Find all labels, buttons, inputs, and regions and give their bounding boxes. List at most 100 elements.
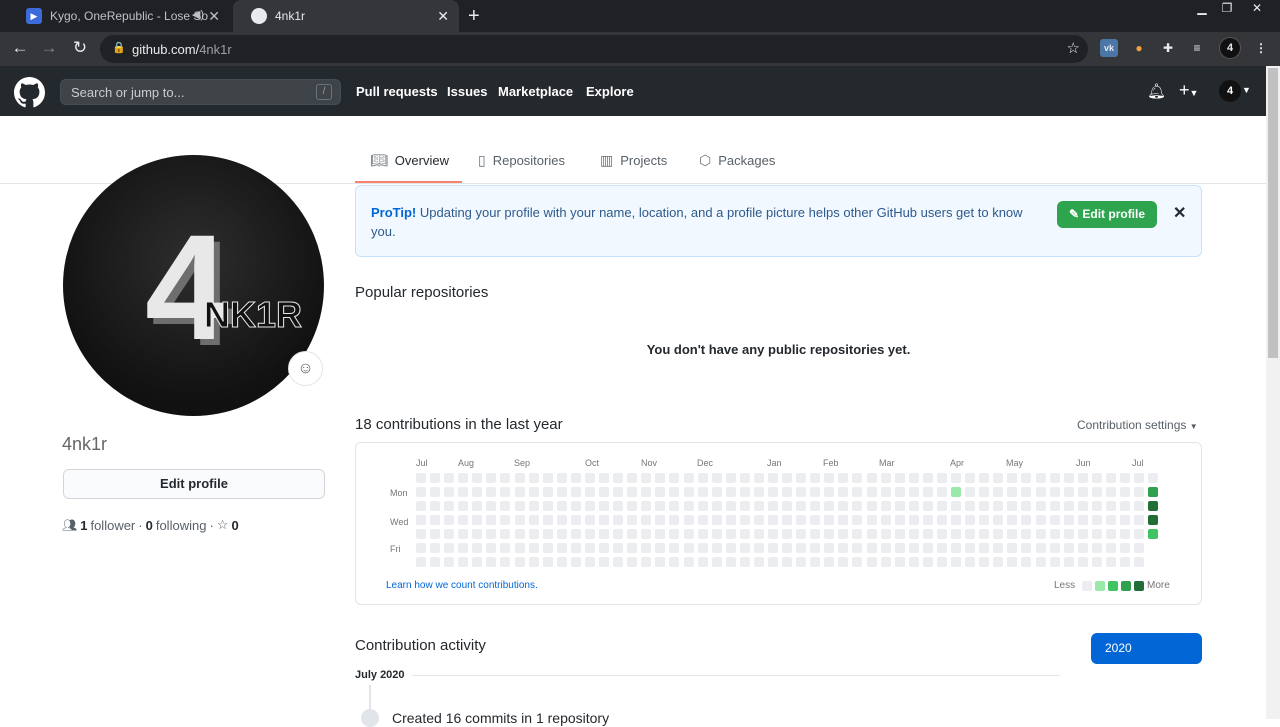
contribution-day-cell[interactable] bbox=[528, 529, 539, 539]
contribution-day-cell[interactable] bbox=[711, 529, 722, 539]
contribution-day-cell[interactable] bbox=[852, 473, 863, 483]
contribution-day-cell[interactable] bbox=[669, 543, 680, 553]
contribution-day-cell[interactable] bbox=[556, 515, 567, 525]
contribution-day-cell[interactable] bbox=[1063, 529, 1074, 539]
contribution-day-cell[interactable] bbox=[542, 473, 553, 483]
star-icon[interactable]: ☆ bbox=[217, 517, 229, 533]
contribution-day-cell[interactable] bbox=[838, 487, 849, 497]
contribution-day-cell[interactable] bbox=[1077, 543, 1088, 553]
contribution-day-cell[interactable] bbox=[1063, 501, 1074, 511]
contribution-day-cell[interactable] bbox=[979, 501, 990, 511]
contribution-day-cell[interactable] bbox=[599, 543, 610, 553]
contribution-day-cell[interactable] bbox=[1077, 473, 1088, 483]
contribution-day-cell[interactable] bbox=[951, 473, 962, 483]
contribution-day-cell[interactable] bbox=[951, 543, 962, 553]
contribution-day-cell[interactable] bbox=[908, 473, 919, 483]
contribution-day-cell[interactable] bbox=[500, 473, 511, 483]
contribution-day-cell[interactable] bbox=[922, 487, 933, 497]
contribution-day-cell[interactable] bbox=[1134, 515, 1145, 525]
contribution-day-cell[interactable] bbox=[1035, 515, 1046, 525]
contribution-day-cell[interactable] bbox=[655, 473, 666, 483]
contribution-day-cell[interactable] bbox=[965, 473, 976, 483]
contribution-day-cell[interactable] bbox=[725, 515, 736, 525]
contribution-day-cell[interactable] bbox=[711, 557, 722, 567]
contribution-day-cell[interactable] bbox=[782, 473, 793, 483]
contribution-day-cell[interactable] bbox=[979, 529, 990, 539]
contribution-day-cell[interactable] bbox=[965, 501, 976, 511]
contribution-day-cell[interactable] bbox=[1134, 543, 1145, 553]
forward-icon[interactable]: → bbox=[38, 38, 60, 58]
contribution-day-cell[interactable] bbox=[627, 501, 638, 511]
contribution-day-cell[interactable] bbox=[1035, 543, 1046, 553]
contribution-day-cell[interactable] bbox=[782, 529, 793, 539]
contribution-day-cell[interactable] bbox=[430, 473, 441, 483]
contribution-day-cell[interactable] bbox=[753, 515, 764, 525]
edit-profile-button[interactable]: Edit profile bbox=[63, 469, 325, 499]
contribution-day-cell[interactable] bbox=[697, 529, 708, 539]
contribution-day-cell[interactable] bbox=[542, 487, 553, 497]
contribution-day-cell[interactable] bbox=[556, 487, 567, 497]
contribution-day-cell[interactable] bbox=[993, 529, 1004, 539]
contribution-day-cell[interactable] bbox=[894, 515, 905, 525]
contribution-day-cell[interactable] bbox=[852, 557, 863, 567]
contribution-day-cell[interactable] bbox=[768, 529, 778, 539]
contribution-day-cell[interactable] bbox=[542, 543, 553, 553]
contribution-day-cell[interactable] bbox=[880, 543, 891, 553]
contribution-day-cell[interactable] bbox=[500, 501, 511, 511]
contribution-day-cell[interactable] bbox=[922, 529, 933, 539]
contribution-day-cell[interactable] bbox=[1021, 487, 1032, 497]
contribution-day-cell[interactable] bbox=[641, 543, 652, 553]
contribution-day-cell[interactable] bbox=[697, 515, 708, 525]
contribution-day-cell[interactable] bbox=[627, 543, 638, 553]
contribution-day-cell[interactable] bbox=[1021, 557, 1032, 567]
contribution-day-cell[interactable] bbox=[599, 557, 610, 567]
contribution-day-cell[interactable] bbox=[1021, 515, 1032, 525]
contribution-day-cell[interactable] bbox=[599, 473, 610, 483]
contribution-day-cell[interactable] bbox=[1091, 557, 1102, 567]
contribution-day-cell[interactable] bbox=[838, 473, 849, 483]
contribution-day-cell[interactable] bbox=[725, 473, 736, 483]
contribution-day-cell[interactable] bbox=[936, 557, 947, 567]
contribution-day-cell[interactable] bbox=[866, 501, 877, 511]
contribution-day-cell[interactable] bbox=[1063, 557, 1074, 567]
contribution-day-cell[interactable] bbox=[739, 501, 750, 511]
media-queue-icon[interactable]: ≡ bbox=[1188, 39, 1206, 57]
contribution-day-cell[interactable] bbox=[627, 515, 638, 525]
contribution-day-cell[interactable] bbox=[528, 501, 539, 511]
contribution-day-cell[interactable] bbox=[1105, 529, 1116, 539]
contribution-day-cell[interactable] bbox=[1063, 473, 1074, 483]
contribution-day-cell[interactable] bbox=[1091, 487, 1102, 497]
contribution-day-cell[interactable] bbox=[1091, 515, 1102, 525]
contribution-day-cell[interactable] bbox=[1105, 487, 1116, 497]
contribution-day-cell[interactable] bbox=[472, 515, 483, 525]
contribution-day-cell[interactable] bbox=[852, 543, 863, 553]
contribution-day-cell[interactable] bbox=[1091, 529, 1102, 539]
bookmark-star-icon[interactable]: ☆ bbox=[1067, 39, 1080, 57]
contribution-day-cell[interactable] bbox=[993, 557, 1004, 567]
contribution-day-cell[interactable] bbox=[725, 501, 736, 511]
contribution-day-cell[interactable] bbox=[979, 515, 990, 525]
contribution-day-cell[interactable] bbox=[542, 501, 553, 511]
contribution-day-cell[interactable] bbox=[683, 543, 694, 553]
contribution-day-cell[interactable] bbox=[1077, 515, 1088, 525]
contribution-day-cell[interactable] bbox=[866, 543, 877, 553]
contribution-day-cell[interactable] bbox=[528, 487, 539, 497]
contribution-day-cell[interactable] bbox=[570, 487, 581, 497]
contribution-day-cell[interactable] bbox=[641, 557, 652, 567]
contribution-day-cell[interactable] bbox=[1021, 473, 1032, 483]
contribution-day-cell[interactable] bbox=[1091, 543, 1102, 553]
contribution-day-cell[interactable] bbox=[951, 529, 962, 539]
contribution-day-cell[interactable] bbox=[444, 501, 455, 511]
contribution-day-cell[interactable] bbox=[486, 557, 497, 567]
contribution-day-cell[interactable] bbox=[810, 515, 821, 525]
contribution-day-cell[interactable] bbox=[796, 501, 807, 511]
contribution-day-cell[interactable] bbox=[1007, 487, 1018, 497]
contribution-day-cell[interactable] bbox=[936, 543, 947, 553]
contribution-day-cell[interactable] bbox=[500, 487, 511, 497]
contribution-day-cell[interactable] bbox=[782, 515, 793, 525]
contribution-day-cell[interactable] bbox=[880, 515, 891, 525]
contribution-day-cell[interactable] bbox=[838, 543, 849, 553]
contribution-day-cell[interactable] bbox=[486, 501, 497, 511]
contribution-day-cell[interactable] bbox=[444, 543, 455, 553]
contribution-day-cell[interactable] bbox=[753, 529, 764, 539]
